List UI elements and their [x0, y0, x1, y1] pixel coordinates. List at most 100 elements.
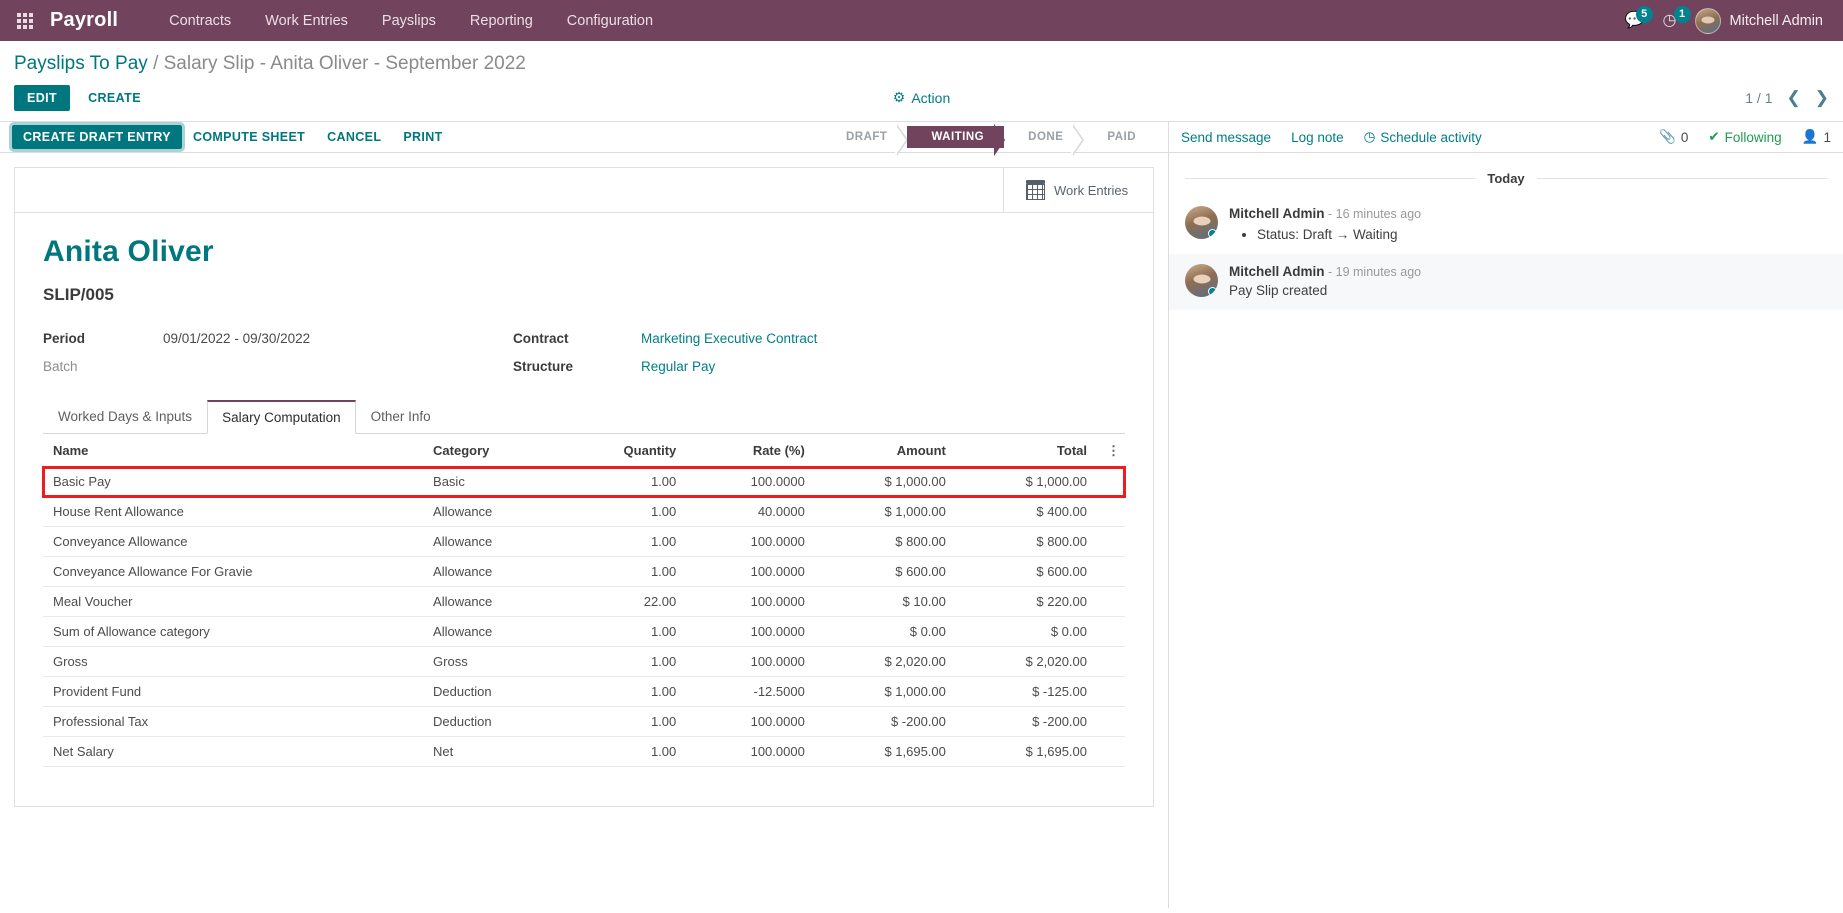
column-header-total[interactable]: Total — [955, 434, 1097, 467]
schedule-activity-button[interactable]: ◷ Schedule activity — [1364, 129, 1482, 145]
column-header-rate[interactable]: Rate (%) — [686, 434, 815, 467]
cell-name: Net Salary — [43, 736, 424, 767]
presence-indicator — [1208, 229, 1217, 238]
chevron-right-icon[interactable]: ❯ — [1815, 89, 1829, 106]
cell-category: Allowance — [423, 496, 561, 527]
message-timestamp: - 16 minutes ago — [1324, 207, 1422, 221]
avatar — [1694, 7, 1721, 34]
cell-total: $ -125.00 — [955, 676, 1097, 707]
structure-label: Structure — [513, 359, 574, 374]
cell-spacer — [1097, 676, 1125, 707]
log-note-button[interactable]: Log note — [1291, 130, 1344, 145]
menu-configuration[interactable]: Configuration — [550, 3, 670, 39]
print-button[interactable]: PRINT — [392, 125, 453, 149]
cell-total: $ 220.00 — [955, 586, 1097, 617]
column-header-name[interactable]: Name — [43, 434, 424, 467]
table-row[interactable]: Net Salary Net 1.00 100.0000 $ 1,695.00 $ 1,6… — [43, 736, 1125, 767]
table-row[interactable]: Professional Tax Deduction 1.00 100.0000 $ -… — [43, 706, 1125, 737]
pager: 1 / 1 ❮ ❯ — [1745, 89, 1829, 106]
menu-work-entries[interactable]: Work Entries — [248, 3, 365, 39]
breadcrumb-root[interactable]: Payslips To Pay — [14, 53, 148, 74]
column-header-category[interactable]: Category — [423, 434, 561, 467]
edit-button[interactable]: EDIT — [14, 84, 71, 111]
cell-amount: $ 1,000.00 — [814, 676, 956, 707]
batch-value[interactable] — [163, 359, 513, 374]
cell-name: Gross — [43, 646, 424, 677]
user-menu[interactable]: Mitchell Admin — [1694, 7, 1823, 34]
status-stage-done[interactable]: DONE — [1004, 124, 1085, 156]
followers-count: 1 — [1823, 129, 1831, 145]
table-row[interactable]: Provident Fund Deduction 1.00 -12.5000 $ 1,0… — [43, 676, 1125, 707]
create-button[interactable]: CREATE — [76, 85, 153, 111]
menu-reporting[interactable]: Reporting — [453, 3, 550, 39]
status-stage-waiting[interactable]: WAITING — [907, 124, 1005, 156]
column-header-amount[interactable]: Amount — [814, 434, 956, 467]
send-message-button[interactable]: Send message — [1181, 130, 1271, 145]
message-list: Mitchell Admin - 16 minutes ago Status: D… — [1169, 196, 1843, 310]
app-brand-payroll[interactable]: Payroll — [50, 9, 118, 32]
attachment-count: 0 — [1680, 129, 1689, 145]
chatter-toolbar-right: 📎 0 ✔ Following 👤 1 — [1659, 129, 1831, 145]
cell-spacer — [1097, 526, 1125, 557]
compute-sheet-button[interactable]: COMPUTE SHEET — [182, 125, 316, 149]
chevron-left-icon[interactable]: ❮ — [1787, 89, 1801, 106]
cell-name: House Rent Allowance — [43, 496, 424, 527]
cell-name: Conveyance Allowance For Gravie — [43, 556, 424, 587]
page-title: Anita Oliver — [43, 235, 214, 268]
structure-value[interactable]: Regular Pay — [641, 359, 1125, 374]
followers-button[interactable]: 👤 1 — [1802, 129, 1831, 145]
cell-amount: $ 800.00 — [814, 526, 956, 557]
status-stage-paid[interactable]: PAID — [1083, 126, 1156, 148]
status-stage-draft[interactable]: DRAFT — [821, 124, 909, 156]
cell-quantity: 1.00 — [560, 556, 687, 587]
form-statusbar-row: CREATE DRAFT ENTRY COMPUTE SHEET CANCEL … — [0, 122, 1168, 156]
table-row[interactable]: Conveyance Allowance Allowance 1.00 100.000… — [43, 526, 1125, 557]
table-row[interactable]: Conveyance Allowance For Gravie Allowance… — [43, 556, 1125, 587]
column-header-quantity[interactable]: Quantity — [560, 434, 687, 467]
table-row[interactable]: House Rent Allowance Allowance 1.00 40.0000… — [43, 496, 1125, 527]
message-header: Mitchell Admin - 19 minutes ago — [1229, 264, 1827, 279]
activity-counter: 1 — [1673, 5, 1691, 23]
optional-columns-toggle[interactable]: ⋮ — [1097, 434, 1125, 467]
cell-category: Deduction — [423, 676, 561, 707]
attachments-button[interactable]: 📎 0 — [1659, 129, 1688, 145]
menu-payslips[interactable]: Payslips — [365, 3, 453, 39]
action-menu[interactable]: ⚙ Action — [893, 89, 950, 106]
cancel-button[interactable]: CANCEL — [316, 125, 392, 149]
create-draft-entry-button[interactable]: CREATE DRAFT ENTRY — [9, 122, 185, 152]
breadcrumb: Payslips To Pay / Salary Slip - Anita Ol… — [14, 41, 1829, 77]
cell-quantity: 1.00 — [560, 616, 687, 647]
table-row[interactable]: Basic Pay Basic 1.00 100.0000 $ 1,000.00 $ 1,… — [42, 465, 1126, 498]
messaging-menu[interactable]: 💬 5 — [1625, 5, 1653, 29]
cell-total: $ 0.00 — [955, 616, 1097, 647]
work-entries-label: Work Entries — [1054, 182, 1129, 198]
activity-menu[interactable]: ◷ 1 — [1663, 5, 1691, 29]
table-row[interactable]: Sum of Allowance category Allowance 1.00 10… — [43, 616, 1125, 647]
apps-grid-icon[interactable] — [14, 10, 36, 32]
chatter-toolbar: Send message Log note ◷ Schedule activit… — [1169, 122, 1843, 153]
calendar-icon — [1026, 180, 1045, 200]
cell-amount: $ 600.00 — [814, 556, 956, 587]
cell-total: $ 1,695.00 — [955, 736, 1097, 767]
tab-other-info[interactable]: Other Info — [356, 400, 446, 434]
period-value: 09/01/2022 - 09/30/2022 — [163, 331, 311, 346]
stat-button-box: Work Entries — [15, 168, 1153, 213]
table-row[interactable]: Meal Voucher Allowance 22.00 100.0000 $ 10.0… — [43, 586, 1125, 617]
cell-amount: $ 1,000.00 — [814, 466, 956, 497]
contract-value[interactable]: Marketing Executive Contract — [641, 331, 1125, 346]
cell-amount: $ 1,695.00 — [814, 736, 956, 767]
sheet-body: Anita Oliver SLIP/005 Period 09/01/2022 … — [15, 213, 1153, 777]
message-author: Mitchell Admin — [1229, 206, 1325, 221]
cell-amount: $ -200.00 — [814, 706, 956, 737]
cell-rate: 100.0000 — [686, 736, 815, 767]
message-timestamp: - 19 minutes ago — [1324, 265, 1422, 279]
menu-contracts[interactable]: Contracts — [152, 3, 248, 39]
cell-rate: -12.5000 — [686, 676, 815, 707]
tab-worked-days-inputs[interactable]: Worked Days & Inputs — [43, 400, 207, 434]
cell-name: Basic Pay — [43, 466, 424, 497]
notebook: Worked Days & Inputs Salary Computation … — [42, 400, 1126, 767]
table-row[interactable]: Gross Gross 1.00 100.0000 $ 2,020.00 $ 2,020.… — [43, 646, 1125, 677]
tab-salary-computation[interactable]: Salary Computation — [207, 400, 356, 434]
following-button[interactable]: ✔ Following — [1708, 129, 1781, 145]
work-entries-stat-button[interactable]: Work Entries — [1003, 168, 1153, 212]
